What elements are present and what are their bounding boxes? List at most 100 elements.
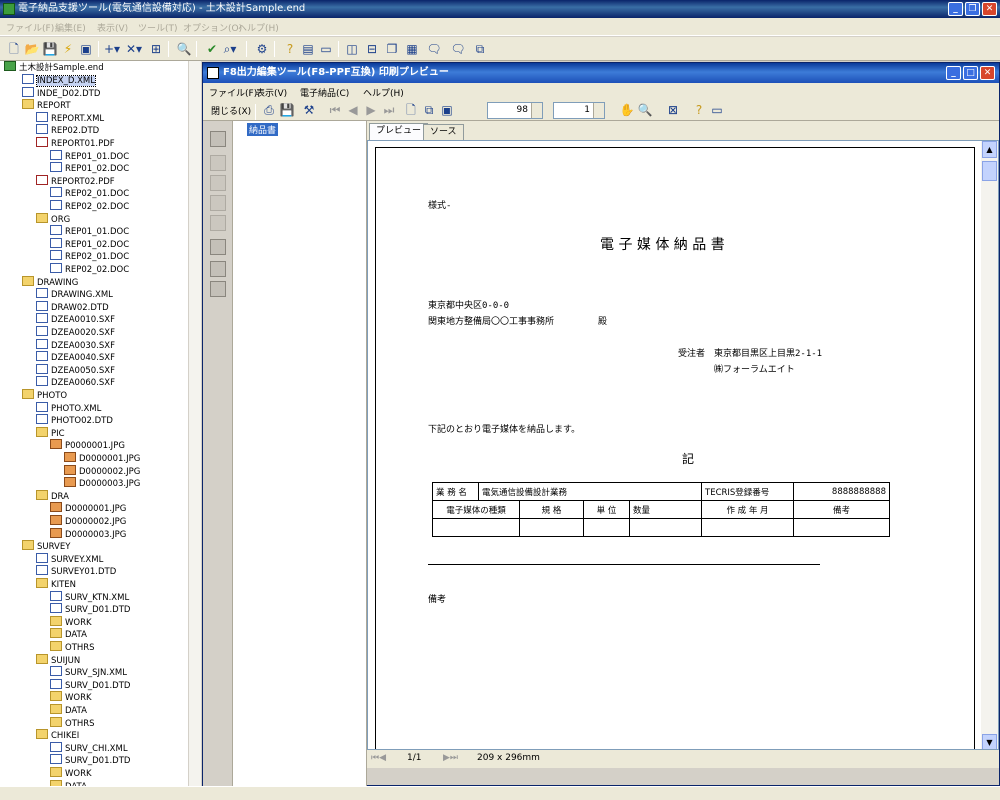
tree-node[interactable]: DZEA0020.SXF [36,326,115,339]
double-page-icon[interactable]: ⧉ [421,102,437,118]
page-setup-icon[interactable]: ▣ [439,102,455,118]
tree-node[interactable]: PHOTO02.DTD [36,414,113,427]
tree-node[interactable]: REP02_01.DOC [50,250,129,263]
tree-node[interactable]: REP01_02.DOC [50,162,129,175]
tree-node[interactable]: D0000002.JPG [64,464,140,478]
help-icon[interactable]: ? [282,41,298,57]
zoom-spinner[interactable]: 98 [487,102,543,119]
zoom-icon[interactable]: 🔍 [637,102,653,118]
tree-node[interactable]: INDE_D02.DTD [22,86,100,100]
preview-icon[interactable]: 🔍 [176,41,192,57]
open-folder-icon[interactable]: 📂 [24,41,40,57]
close-preview-button[interactable]: 閉じる(X) [211,104,251,117]
hand-icon[interactable]: ✋ [619,102,635,118]
scroll-up-button[interactable]: ▲ [982,141,997,158]
tree-node[interactable]: OTHRS [50,641,95,654]
tree-node[interactable]: WORK [50,767,92,780]
tree-node[interactable]: OTHRS [50,716,95,730]
tree-node[interactable]: DZEA0010.SXF [36,313,115,326]
save-icon[interactable]: 💾 [279,102,295,118]
tree-node[interactable]: REP02_02.DOC [50,200,129,213]
tree-node[interactable]: ORG [36,212,70,226]
tree-node[interactable]: D0000001.JPG [50,502,126,515]
first-page-icon[interactable]: ⏮ [327,102,343,118]
tree-node[interactable]: CHIKEI [36,729,79,742]
card-icon[interactable]: ▭ [318,41,334,57]
file-tree[interactable]: 土木設計Sample.end INDEX_D.XML INDE_D02.DTD REP… [0,61,201,786]
export-icon[interactable]: ▣ [78,41,94,57]
tree-node[interactable]: D0000001.JPG [64,452,140,465]
tree-node[interactable]: SURV_CHI.XML [50,741,128,755]
menu-view[interactable]: 表示(V) [97,21,128,34]
tree-node[interactable]: SURV_D01.DTD [50,603,130,616]
window-icon[interactable]: ▤ [300,41,316,57]
comment-icon[interactable]: 🗨 [426,41,442,57]
tree-node[interactable]: D0000002.JPG [50,515,126,528]
menu-file[interactable]: ファイル(F) [6,21,54,34]
menu-help[interactable]: ヘルプ(H) [238,21,279,34]
minimize-button[interactable]: _ [948,2,963,16]
tree-node[interactable]: REPORT [22,99,71,112]
tree-node[interactable]: REP01_02.DOC [50,237,129,251]
tree-node[interactable]: INDEX_D.XML [22,74,96,87]
tree-node[interactable]: DZEA0030.SXF [36,338,115,352]
tree-node[interactable]: DRAW02.DTD [36,300,109,314]
tree-node[interactable]: REPORT01.PDF [36,137,115,150]
child-menu-delivery[interactable]: 電子納品(C) [300,86,349,99]
last-page-icon[interactable]: ⏭ [381,102,397,118]
tree-node[interactable]: REPORT.XML [36,111,104,125]
pen-icon[interactable] [210,131,226,147]
info-card-icon[interactable]: ▭ [709,102,725,118]
child-maximize-button[interactable]: □ [963,66,978,80]
help-icon[interactable]: ? [691,102,707,118]
tree-node[interactable]: REP02_02.DOC [50,263,129,276]
scroll-down-button[interactable]: ▼ [982,734,997,749]
tree-node[interactable]: KITEN [36,578,76,591]
network-icon[interactable]: ⧉ [472,41,488,57]
properties-icon[interactable]: ⊞ [148,41,164,57]
tree-node[interactable]: DRA [36,489,69,503]
tree-node[interactable]: SURVEY [22,540,70,553]
menu-options[interactable]: オプション(O) [183,21,242,34]
tree-node[interactable]: REP02.DTD [36,124,99,137]
tree-node[interactable]: REPORT02.PDF [36,174,115,188]
child-menu-file[interactable]: ファイル(F) [209,86,257,99]
comment2-icon[interactable]: 🗨 [450,41,466,57]
check-icon[interactable]: ✔ [204,41,220,57]
single-page-icon[interactable]: 🗋 [403,102,419,118]
tool8-icon[interactable] [210,281,226,297]
tree-node[interactable]: SURV_D01.DTD [50,754,130,767]
tree-node[interactable]: SUIJUN [36,653,80,667]
tool7-icon[interactable] [210,261,226,277]
zoom-spin-arrows[interactable] [531,103,542,118]
tree-node[interactable]: WORK [50,691,92,704]
fit-page-icon[interactable]: ⊠ [665,102,681,118]
tool3-icon[interactable] [210,175,226,191]
tile-horizontal-icon[interactable]: ⊟ [364,41,380,57]
menu-tools[interactable]: ツール(T) [138,21,178,34]
tree-scrollbar[interactable] [188,61,201,786]
child-close-button[interactable]: ✕ [980,66,995,80]
tree-node[interactable]: REP01_01.DOC [50,225,129,238]
tile-vertical-icon[interactable]: ◫ [344,41,360,57]
document-tree-pane[interactable]: 納品書 [233,121,367,787]
save-icon[interactable]: 💾 [42,41,58,57]
page-spinner[interactable]: 1 [553,102,605,119]
tree-node[interactable]: D0000003.JPG [64,477,140,490]
doc-tree-node[interactable]: 納品書 [247,123,279,136]
tool6-icon[interactable] [210,239,226,255]
add-icon[interactable]: +▾ [104,41,120,57]
cascade-icon[interactable]: ❐ [384,41,400,57]
tree-node[interactable]: DZEA0060.SXF [36,376,115,389]
tree-node[interactable]: DZEA0050.SXF [36,363,115,377]
tree-node[interactable]: PIC [36,426,65,440]
restore-button[interactable]: ❐ [965,2,980,16]
tree-node[interactable]: SURV_SJN.XML [50,666,127,679]
tool5-icon[interactable] [210,215,226,231]
tree-node[interactable]: D0000003.JPG [50,527,126,541]
tool4-icon[interactable] [210,195,226,211]
tree-node[interactable]: DZEA0040.SXF [36,351,115,364]
tab-source[interactable]: ソース [423,124,464,141]
status-next-icon[interactable]: ▶⏭ [443,753,458,763]
tree-node[interactable]: REP02_01.DOC [50,187,129,200]
